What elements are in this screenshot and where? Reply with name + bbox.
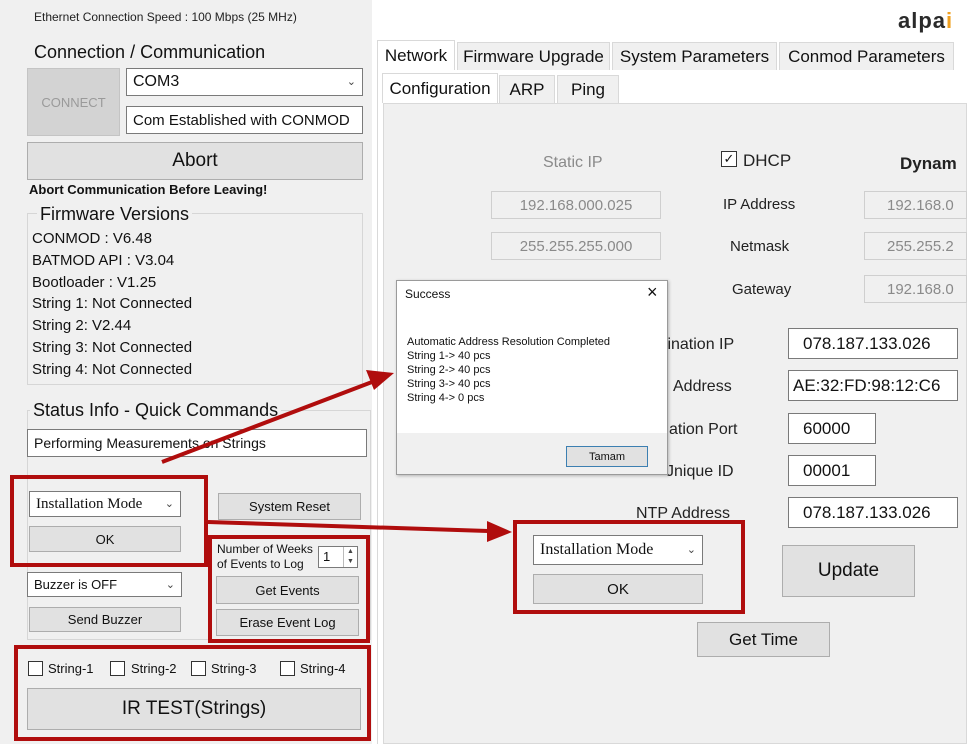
connect-button-label: CONNECT bbox=[41, 94, 106, 110]
firmware-line-string-4: String 4: Not Connected bbox=[32, 361, 193, 378]
update-button-label: Update bbox=[817, 560, 880, 581]
static-ip-field[interactable]: 192.168.000.025 bbox=[491, 191, 661, 219]
chevron-down-icon: ⌄ bbox=[165, 578, 175, 591]
dialog-line-1: Automatic Address Resolution Completed bbox=[407, 336, 610, 348]
destination-port-label: ation Port bbox=[669, 421, 738, 438]
gateway-label: Gateway bbox=[732, 281, 792, 298]
firmware-line-string-3: String 3: Not Connected bbox=[32, 339, 193, 356]
mac-address-label: Address bbox=[673, 378, 732, 395]
buzzer-select[interactable]: Buzzer is OFF ⌄ bbox=[27, 572, 182, 597]
dialog-line-5: String 4-> 0 pcs bbox=[407, 392, 485, 404]
check-icon: ✓ bbox=[723, 151, 735, 166]
dhcp-label: DHCP bbox=[743, 151, 792, 170]
firmware-line-string-2: String 2: V2.44 bbox=[32, 317, 132, 334]
unique-id-label: Jnique ID bbox=[666, 463, 734, 480]
dialog-line-4: String 3-> 40 pcs bbox=[407, 378, 491, 390]
dynamic-gateway-value: 192.168.0 bbox=[887, 280, 954, 298]
alpa-logo-mark: i bbox=[946, 8, 954, 33]
chevron-down-icon: ⌄ bbox=[346, 75, 356, 88]
highlight-ir-test-box bbox=[14, 645, 371, 741]
tab-system-parameters[interactable]: System Parameters bbox=[612, 42, 777, 70]
dhcp-checkbox[interactable]: ✓ bbox=[721, 151, 737, 167]
destination-ip-field[interactable]: 078.187.133.026 bbox=[788, 328, 958, 359]
abort-button[interactable]: Abort bbox=[27, 142, 363, 180]
alpa-logo-text: alpa bbox=[898, 8, 947, 33]
ip-address-label: IP Address bbox=[723, 196, 796, 213]
ntp-address-value: 078.187.133.026 bbox=[803, 502, 931, 522]
buzzer-select-value: Buzzer is OFF bbox=[34, 577, 118, 592]
dialog-ok-button-label: Tamam bbox=[588, 450, 626, 463]
status-group-title: Status Info - Quick Commands bbox=[30, 400, 282, 421]
success-dialog: Success × Automatic Address Resolution C… bbox=[396, 280, 668, 475]
firmware-group-title: Firmware Versions bbox=[37, 204, 193, 225]
dialog-line-3: String 2-> 40 pcs bbox=[407, 364, 491, 376]
netmask-label: Netmask bbox=[730, 238, 790, 255]
get-time-button-label: Get Time bbox=[729, 629, 798, 649]
destination-ip-value: 078.187.133.026 bbox=[803, 333, 931, 353]
ethernet-speed-label: Ethernet Connection Speed : 100 Mbps (25… bbox=[34, 10, 297, 24]
send-buzzer-button[interactable]: Send Buzzer bbox=[29, 607, 181, 632]
ntp-address-field[interactable]: 078.187.133.026 bbox=[788, 497, 958, 528]
firmware-line-batmod: BATMOD API : V3.04 bbox=[32, 252, 175, 269]
success-dialog-title: Success bbox=[405, 287, 451, 301]
destination-port-field[interactable]: 60000 bbox=[788, 413, 876, 444]
unique-id-value: 00001 bbox=[803, 460, 851, 480]
destination-port-value: 60000 bbox=[803, 418, 851, 438]
dynamic-netmask-value: 255.255.2 bbox=[887, 237, 954, 255]
unique-id-field[interactable]: 00001 bbox=[788, 455, 876, 486]
highlight-zoom-box bbox=[513, 520, 745, 614]
highlight-mode-box bbox=[10, 475, 208, 567]
dynamic-gateway-field[interactable]: 192.168.0 bbox=[864, 275, 967, 303]
abort-button-label: Abort bbox=[172, 150, 218, 171]
system-reset-button-label: System Reset bbox=[249, 499, 330, 514]
tab-firmware-upgrade[interactable]: Firmware Upgrade bbox=[457, 42, 610, 70]
abort-note: Abort Communication Before Leaving! bbox=[29, 182, 268, 197]
tab-ping[interactable]: Ping bbox=[557, 75, 619, 103]
firmware-line-string-1: String 1: Not Connected bbox=[32, 295, 193, 312]
close-icon[interactable]: × bbox=[647, 282, 658, 303]
tab-arp[interactable]: ARP bbox=[499, 75, 555, 103]
connection-status-value: Com Established with CONMOD bbox=[133, 111, 350, 129]
status-message-field: Performing Measurements on Strings bbox=[27, 429, 367, 457]
alpa-logo: alpai bbox=[898, 8, 953, 34]
connection-status-field: Com Established with CONMOD bbox=[126, 106, 363, 134]
system-reset-button[interactable]: System Reset bbox=[218, 493, 361, 520]
dynamic-netmask-field[interactable]: 255.255.2 bbox=[864, 232, 967, 260]
mac-address-value: AE:32:FD:98:12:C6 bbox=[793, 375, 941, 395]
dynamic-ip-value: 192.168.0 bbox=[887, 196, 954, 214]
static-ip-label: Static IP bbox=[543, 154, 603, 171]
mac-address-field[interactable]: AE:32:FD:98:12:C6 bbox=[788, 370, 958, 401]
tab-network[interactable]: Network bbox=[377, 40, 455, 70]
dynamic-ip-field[interactable]: 192.168.0 bbox=[864, 191, 967, 219]
send-buzzer-button-label: Send Buzzer bbox=[67, 612, 143, 627]
dialog-line-2: String 1-> 40 pcs bbox=[407, 350, 491, 362]
firmware-line-bootloader: Bootloader : V1.25 bbox=[32, 274, 157, 291]
connection-group-title: Connection / Communication bbox=[34, 42, 266, 62]
static-ip-value: 192.168.000.025 bbox=[519, 196, 633, 214]
static-netmask-value: 255.255.255.000 bbox=[519, 237, 633, 255]
destination-ip-label: tination IP bbox=[663, 336, 735, 353]
com-port-value: COM3 bbox=[133, 73, 180, 90]
tab-configuration[interactable]: Configuration bbox=[382, 73, 498, 103]
status-message-value: Performing Measurements on Strings bbox=[34, 435, 266, 451]
update-button[interactable]: Update bbox=[782, 545, 915, 597]
connect-button[interactable]: CONNECT bbox=[27, 68, 120, 136]
static-netmask-field[interactable]: 255.255.255.000 bbox=[491, 232, 661, 260]
com-port-select[interactable]: COM3 ⌄ bbox=[126, 68, 363, 96]
highlight-events-box bbox=[208, 535, 370, 643]
get-time-button[interactable]: Get Time bbox=[697, 622, 830, 657]
dynamic-label: Dynam bbox=[900, 154, 957, 173]
tab-conmod-parameters[interactable]: Conmod Parameters bbox=[779, 42, 954, 70]
dialog-ok-button[interactable]: Tamam bbox=[566, 446, 648, 467]
firmware-line-conmod: CONMOD : V6.48 bbox=[32, 230, 153, 247]
